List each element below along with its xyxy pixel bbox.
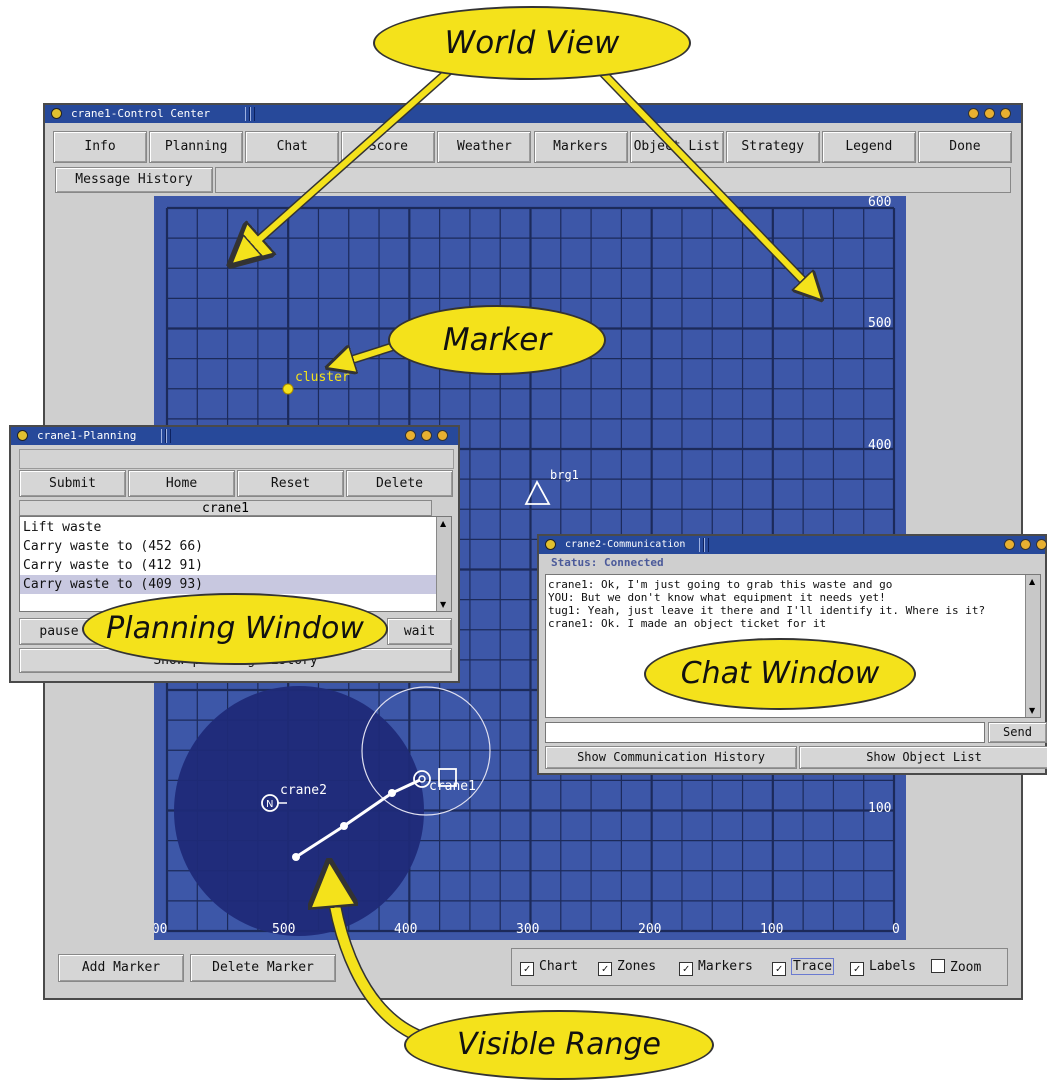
- checkbox-icon[interactable]: ✓: [520, 962, 534, 976]
- maximize-icon[interactable]: [984, 108, 995, 119]
- maximize-icon[interactable]: [1020, 539, 1031, 550]
- chat-titlebar[interactable]: crane2-Communication: [539, 536, 1047, 554]
- y-tick-label: 600: [868, 196, 892, 210]
- planning-titlebar[interactable]: crane1-Planning: [11, 427, 458, 445]
- minimize-icon[interactable]: [405, 430, 416, 441]
- callout-visible-range: Visible Range: [404, 1010, 714, 1080]
- toolbar-button-planning[interactable]: Planning: [149, 131, 244, 163]
- toggle-label: Markers: [698, 959, 753, 974]
- toggle-label: Zones: [617, 959, 657, 974]
- toggle-label: Trace: [791, 958, 835, 975]
- window-title: crane1-Control Center: [71, 107, 211, 120]
- toggle-labels[interactable]: ✓ Labels: [850, 959, 916, 976]
- chat-title: crane2-Communication: [565, 539, 686, 550]
- plan-list-item[interactable]: Carry waste to (409 93): [20, 575, 437, 594]
- x-tick-label: 600: [154, 922, 168, 937]
- plan-list-item[interactable]: Carry waste to (412 91): [20, 556, 437, 575]
- x-tick-label: 400: [394, 922, 418, 937]
- x-tick-label: 300: [516, 922, 540, 937]
- toggle-label: Zoom: [950, 960, 982, 975]
- checkbox-icon[interactable]: ✓: [598, 962, 612, 976]
- close-icon[interactable]: [1000, 108, 1011, 119]
- toolbar-button-markers[interactable]: Markers: [533, 131, 628, 163]
- cluster-label: cluster: [295, 370, 350, 385]
- wait-button[interactable]: wait: [387, 618, 452, 645]
- toggle-zones[interactable]: ✓ Zones: [598, 959, 656, 976]
- message-history-button[interactable]: Message History: [55, 167, 213, 193]
- chat-status: Status: Connected: [551, 556, 664, 569]
- toggle-label: Chart: [539, 959, 579, 974]
- plan-list-item[interactable]: Carry waste to (452 66): [20, 537, 437, 556]
- planning-title: crane1-Planning: [37, 429, 137, 442]
- cluster-marker-icon: [282, 383, 294, 395]
- x-tick-label: 0: [892, 922, 900, 937]
- brg1-label: brg1: [550, 468, 579, 482]
- checkbox-icon[interactable]: [931, 959, 945, 973]
- toolbar-button-chat[interactable]: Chat: [245, 131, 340, 163]
- toggle-markers[interactable]: ✓ Markers: [679, 959, 753, 976]
- toolbar-button-score[interactable]: Score: [341, 131, 436, 163]
- toolbar-row2-fill: [215, 167, 1011, 193]
- show-object-list-button[interactable]: Show Object List: [799, 746, 1047, 769]
- y-tick-label: 500: [868, 316, 892, 331]
- x-tick-label: 500: [272, 922, 296, 937]
- maximize-icon[interactable]: [421, 430, 432, 441]
- checkbox-icon[interactable]: ✓: [850, 962, 864, 976]
- window-menu-icon[interactable]: [51, 108, 62, 119]
- delete-marker-button[interactable]: Delete Marker: [190, 954, 336, 982]
- reset-button[interactable]: Reset: [237, 470, 344, 497]
- control-center-titlebar[interactable]: crane1-Control Center: [45, 105, 1021, 123]
- submit-button[interactable]: Submit: [19, 470, 126, 497]
- close-icon[interactable]: [437, 430, 448, 441]
- y-tick-label: 100: [868, 801, 892, 816]
- checkbox-icon[interactable]: ✓: [772, 962, 786, 976]
- toggle-chart[interactable]: ✓ Chart: [520, 959, 578, 976]
- send-button[interactable]: Send: [988, 722, 1047, 743]
- home-button[interactable]: Home: [128, 470, 235, 497]
- chat-scrollbar[interactable]: ▲ ▼: [1025, 575, 1040, 717]
- chat-message: YOU: But we don't know what equipment it…: [548, 591, 886, 604]
- plan-list-item[interactable]: Lift waste: [20, 518, 437, 537]
- minimize-icon[interactable]: [968, 108, 979, 119]
- chat-message: crane1: Ok. I made an object ticket for …: [548, 617, 827, 630]
- x-tick-label: 100: [760, 922, 784, 937]
- toolbar-button-info[interactable]: Info: [53, 131, 148, 163]
- delete-button[interactable]: Delete: [346, 470, 453, 497]
- chat-message: tug1: Yeah, just leave it there and I'll…: [548, 604, 986, 617]
- x-tick-label: 200: [638, 922, 662, 937]
- visible-range-disc: [174, 686, 424, 936]
- toggle-zoom[interactable]: Zoom: [931, 959, 981, 975]
- checkbox-icon[interactable]: ✓: [679, 962, 693, 976]
- callout-marker: Marker: [388, 305, 606, 375]
- window-menu-icon[interactable]: [17, 430, 28, 441]
- toolbar-button-weather[interactable]: Weather: [437, 131, 532, 163]
- toggle-label: Labels: [869, 959, 916, 974]
- callout-chat-window: Chat Window: [644, 638, 916, 710]
- show-communication-history-button[interactable]: Show Communication History: [545, 746, 797, 769]
- callout-planning-window: Planning Window: [82, 593, 388, 665]
- y-tick-label: 400: [868, 438, 892, 453]
- toggle-trace[interactable]: ✓ Trace: [772, 958, 835, 976]
- crane2-label: crane2: [280, 783, 327, 798]
- chat-input[interactable]: [545, 722, 985, 743]
- toolbar-button-done[interactable]: Done: [917, 131, 1012, 163]
- add-marker-button[interactable]: Add Marker: [58, 954, 184, 982]
- toolbar-button-strategy[interactable]: Strategy: [725, 131, 820, 163]
- toolbar-button-legend[interactable]: Legend: [821, 131, 916, 163]
- window-menu-icon[interactable]: [545, 539, 556, 550]
- plan-list-header: crane1: [19, 500, 432, 516]
- chat-message: crane1: Ok, I'm just going to grab this …: [548, 578, 893, 591]
- toolbar-button-object-list[interactable]: Object List: [629, 131, 724, 163]
- minimize-icon[interactable]: [1004, 539, 1015, 550]
- crane1-label: crane1: [429, 779, 476, 794]
- svg-text:N: N: [266, 799, 273, 810]
- close-icon[interactable]: [1036, 539, 1047, 550]
- callout-world-view: World View: [373, 6, 691, 80]
- plan-scrollbar[interactable]: ▲ ▼: [436, 517, 451, 611]
